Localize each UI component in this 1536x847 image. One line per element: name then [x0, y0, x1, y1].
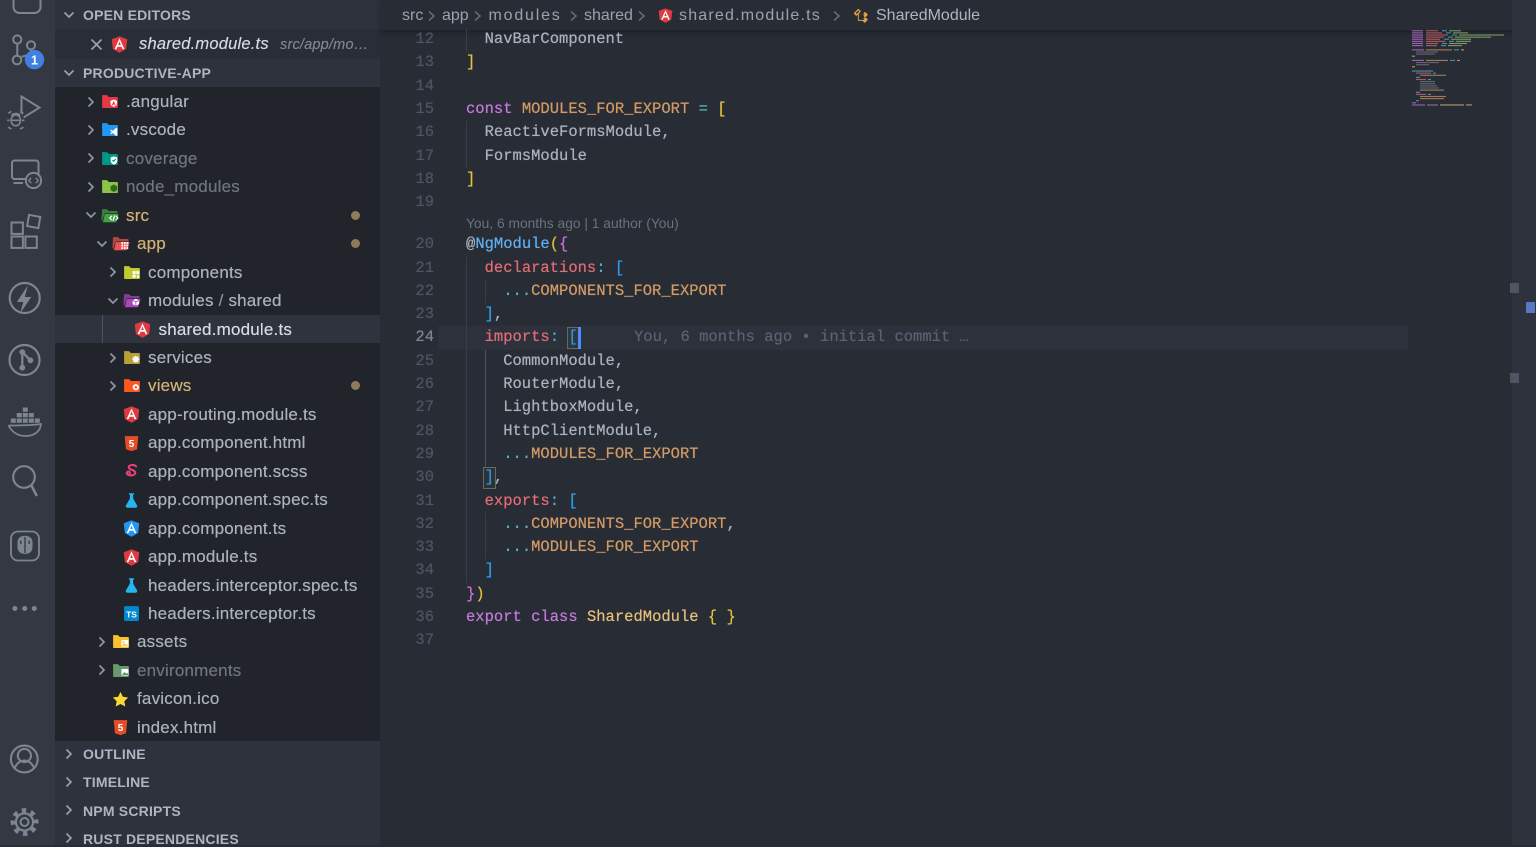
svg-text:5: 5	[118, 723, 124, 734]
svg-text:TS: TS	[126, 610, 137, 620]
svg-text:5: 5	[129, 439, 135, 450]
svg-text:1: 1	[31, 53, 38, 67]
